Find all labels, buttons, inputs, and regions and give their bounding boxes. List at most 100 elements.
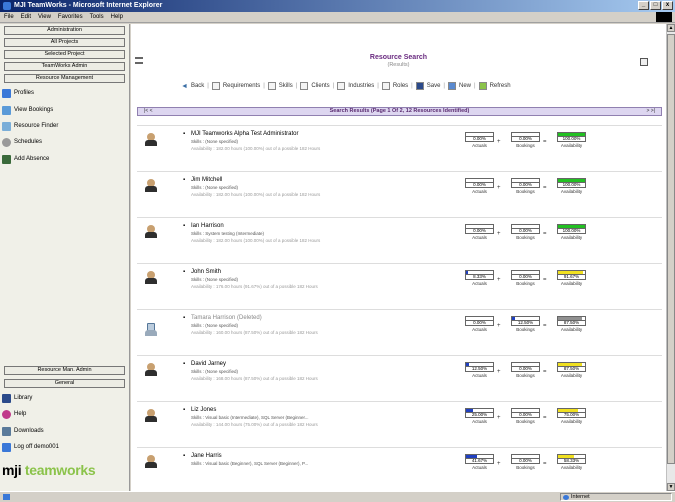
menu-tools[interactable]: Tools bbox=[90, 14, 104, 20]
person-name-link[interactable]: Jim Mitchell bbox=[183, 177, 222, 183]
actuals-gauge-fill bbox=[466, 363, 470, 366]
sidebar-item-schedules[interactable]: Schedules bbox=[2, 137, 42, 147]
person-name-link[interactable]: Tamara Harrison (Deleted) bbox=[183, 315, 262, 321]
scroll-thumb[interactable] bbox=[667, 34, 675, 464]
logoff-icon bbox=[2, 442, 11, 452]
bookings-icon bbox=[2, 105, 11, 115]
actuals-gauge: 25.00% Actuals bbox=[465, 408, 494, 424]
actuals-gauge-value: 12.50% bbox=[465, 366, 494, 372]
actuals-gauge-fill bbox=[466, 409, 473, 412]
nav-teamworks-admin[interactable]: TeamWorks Admin bbox=[4, 62, 125, 71]
results-title: Search Results (Page 1 Of 2, 12 Resource… bbox=[329, 108, 470, 114]
new-button[interactable]: New bbox=[459, 83, 471, 89]
sidebar-item-help[interactable]: Help bbox=[2, 409, 26, 419]
window-title: MJI TeamWorks - Microsoft Internet Explo… bbox=[14, 2, 163, 9]
bookings-gauge-value: 0.00% bbox=[511, 182, 540, 188]
scroll-down-arrow-icon[interactable]: ▼ bbox=[667, 483, 675, 491]
availability-gauge-label: Availability bbox=[560, 465, 583, 470]
menu-file[interactable]: File bbox=[4, 14, 14, 20]
bookings-gauge-bar bbox=[511, 316, 540, 321]
actuals-gauge: 0.00% Actuals bbox=[465, 132, 494, 148]
person-name-link[interactable]: Liz Jones bbox=[183, 407, 216, 413]
menu-edit[interactable]: Edit bbox=[21, 14, 31, 20]
person-skills: Skills : (None specified) bbox=[191, 369, 239, 374]
scroll-up-arrow-icon[interactable]: ▲ bbox=[667, 24, 675, 32]
menu-view[interactable]: View bbox=[38, 14, 51, 20]
person-skills: Skills : (None specified) bbox=[191, 277, 239, 282]
skills-button[interactable]: Skills bbox=[279, 83, 293, 89]
row-divider bbox=[137, 217, 662, 218]
close-button[interactable]: x bbox=[662, 1, 673, 10]
nav-resource-management[interactable]: Resource Management bbox=[4, 74, 125, 83]
maximize-button[interactable]: □ bbox=[650, 1, 661, 10]
bookings-gauge: 0.00% Bookings bbox=[511, 132, 540, 148]
bookings-gauge-value: 12.50% bbox=[511, 320, 540, 326]
refresh-icon bbox=[478, 82, 487, 90]
print-icon[interactable] bbox=[640, 58, 648, 66]
actuals-gauge-fill bbox=[466, 271, 469, 274]
minimize-button[interactable]: _ bbox=[638, 1, 649, 10]
bookings-gauge-bar bbox=[511, 454, 540, 459]
actuals-gauge-bar bbox=[465, 316, 494, 321]
roles-icon bbox=[381, 82, 390, 90]
person-avatar-icon bbox=[145, 271, 157, 284]
row-divider bbox=[137, 447, 662, 448]
actuals-gauge: 0.00% Actuals bbox=[465, 178, 494, 194]
person-name-link[interactable]: Jane Harris bbox=[183, 453, 222, 459]
person-avatar-icon bbox=[145, 455, 157, 468]
window-controls: _ □ x bbox=[638, 1, 673, 10]
nav-administration[interactable]: Administration bbox=[4, 26, 125, 35]
sidebar-item-add-absence[interactable]: Add Absence bbox=[2, 154, 49, 164]
next-page-button[interactable]: > >| bbox=[646, 108, 655, 115]
actuals-gauge: 0.00% Actuals bbox=[465, 316, 494, 332]
prev-page-button[interactable]: |< < bbox=[144, 108, 153, 115]
actuals-gauge-bar bbox=[465, 270, 494, 275]
toolbar: ◄ Back | Requirements | Skills | Clients… bbox=[181, 82, 511, 90]
equals-sign: = bbox=[543, 231, 547, 237]
main-content: Resource Search (Results) ◄ Back | Requi… bbox=[131, 24, 666, 491]
nav-all-projects[interactable]: All Projects bbox=[4, 38, 125, 47]
person-avatar-icon bbox=[145, 409, 157, 422]
plus-sign: + bbox=[497, 415, 501, 421]
sidebar-item-view-bookings[interactable]: View Bookings bbox=[2, 105, 53, 115]
vertical-scrollbar[interactable]: ▲ ▼ bbox=[666, 24, 675, 491]
person-name-link[interactable]: MJI Teamworks Alpha Test Administrator bbox=[183, 131, 298, 137]
refresh-button[interactable]: Refresh bbox=[490, 83, 511, 89]
menu-favorites[interactable]: Favorites bbox=[58, 14, 83, 20]
clients-button[interactable]: Clients bbox=[311, 83, 329, 89]
person-name-link[interactable]: Ian Harrison bbox=[183, 223, 224, 229]
menu-help[interactable]: Help bbox=[111, 14, 123, 20]
actuals-gauge-fill bbox=[466, 455, 478, 458]
bookings-gauge-value: 0.00% bbox=[511, 136, 540, 142]
results-header: Search Results (Page 1 Of 2, 12 Resource… bbox=[137, 107, 662, 116]
person-name-link[interactable]: John Smith bbox=[183, 269, 221, 275]
availability-gauge: 87.50% Availability bbox=[557, 362, 586, 378]
bookings-gauge-label: Bookings bbox=[516, 327, 535, 332]
sidebar-item-library[interactable]: Library bbox=[2, 393, 32, 403]
sidebar-item-resource-finder[interactable]: Resource Finder bbox=[2, 121, 58, 131]
actuals-gauge-value: 41.67% bbox=[465, 458, 494, 464]
nav-selected-project[interactable]: Selected Project bbox=[4, 50, 125, 59]
requirements-button[interactable]: Requirements bbox=[223, 83, 260, 89]
industries-button[interactable]: Industries bbox=[348, 83, 374, 89]
back-button[interactable]: Back bbox=[191, 83, 204, 89]
nav-general[interactable]: General bbox=[4, 379, 125, 388]
bookings-gauge-label: Bookings bbox=[516, 235, 535, 240]
back-arrow-icon: ◄ bbox=[181, 82, 188, 90]
sidebar-item-log-off[interactable]: Log off demo001 bbox=[2, 442, 59, 452]
nav-resource-man-admin[interactable]: Resource Man. Admin bbox=[4, 366, 125, 375]
finder-icon bbox=[2, 121, 11, 131]
availability-gauge-bar bbox=[557, 454, 586, 459]
bookings-gauge-label: Bookings bbox=[516, 143, 535, 148]
bookings-gauge-fill bbox=[512, 317, 516, 320]
sidebar-item-downloads[interactable]: Downloads bbox=[2, 426, 44, 436]
sidebar-item-profiles[interactable]: Profiles bbox=[2, 88, 34, 98]
save-button[interactable]: Save bbox=[427, 83, 441, 89]
row-divider bbox=[137, 171, 662, 172]
downloads-icon bbox=[2, 426, 11, 436]
person-name-link[interactable]: David Jarney bbox=[183, 361, 226, 367]
actuals-gauge-value: 0.00% bbox=[465, 136, 494, 142]
person-avatar-icon bbox=[145, 133, 157, 146]
status-bar: Internet bbox=[0, 491, 675, 502]
roles-button[interactable]: Roles bbox=[393, 83, 408, 89]
